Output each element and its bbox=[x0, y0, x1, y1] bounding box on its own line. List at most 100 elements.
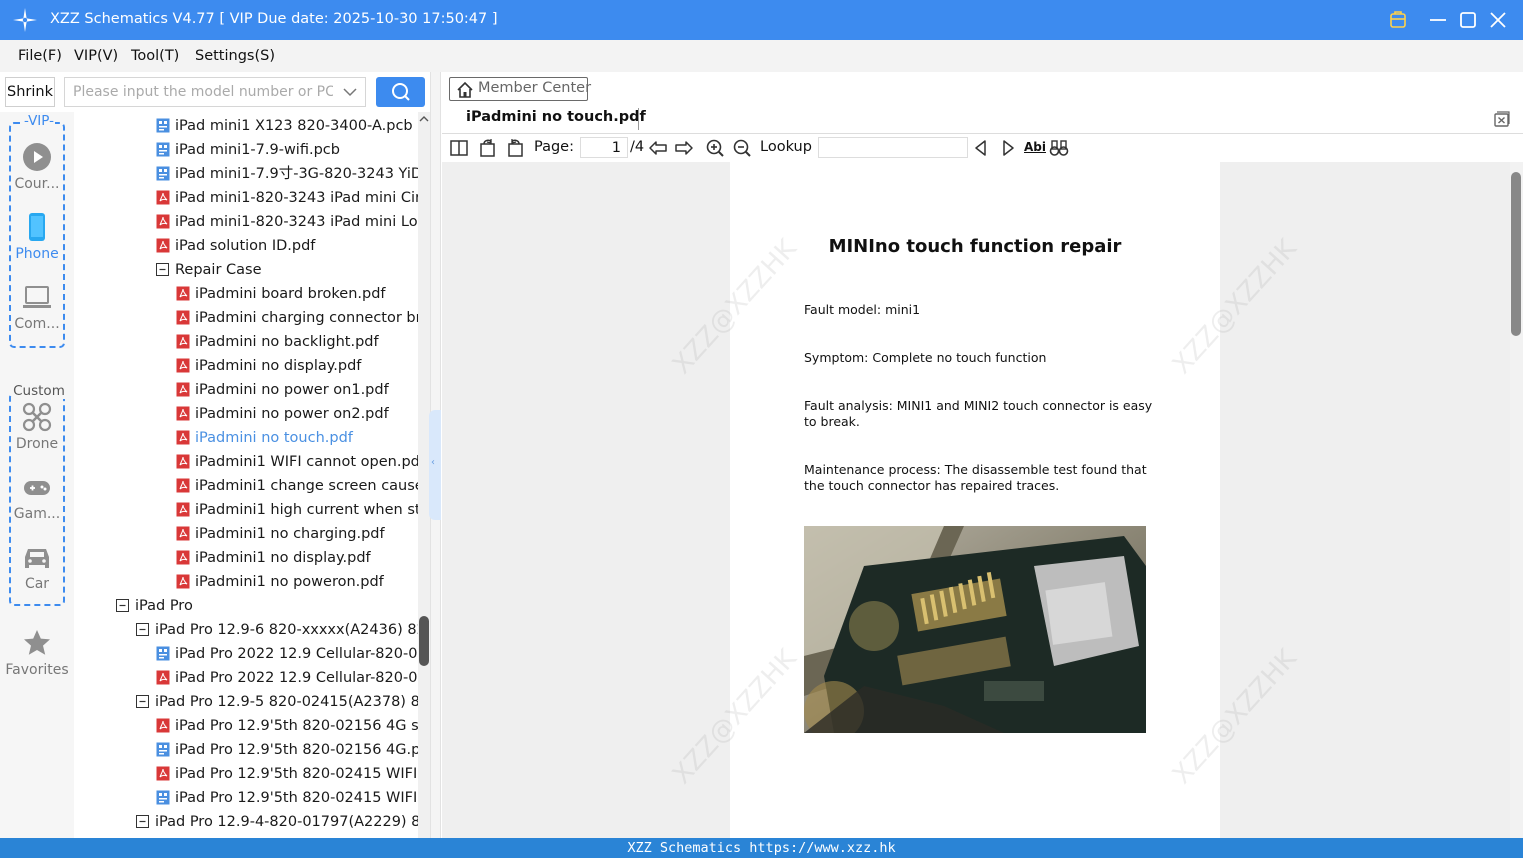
tree-item[interactable]: iPadmini1 no charging.pdf bbox=[176, 522, 385, 546]
tree-item[interactable]: iPad Pro 2022 12.9 Cellular-820-03 bbox=[156, 666, 418, 690]
tree-folder[interactable]: iPad Pro 12.9-6 820-xxxxx(A2436) 820 bbox=[136, 618, 418, 642]
tree-item-label: iPad Pro 2022 12.9 Cellular-820-03 bbox=[175, 670, 418, 686]
collapse-node-icon[interactable] bbox=[136, 814, 150, 829]
two-page-view-icon[interactable] bbox=[449, 138, 469, 158]
search-button[interactable] bbox=[376, 77, 425, 107]
next-page-arrow-icon[interactable] bbox=[674, 138, 694, 158]
category-label: Com... bbox=[14, 316, 60, 332]
tree-item[interactable]: iPadmini board broken.pdf bbox=[176, 282, 386, 306]
chevron-left-icon[interactable]: ‹ bbox=[431, 457, 435, 468]
tree-item[interactable]: iPadmini1 no display.pdf bbox=[176, 546, 371, 570]
category-strip: -VIP- Cour... Phone Com... Custom Drone … bbox=[0, 112, 74, 838]
document-viewport[interactable]: XZZ@XZZHK XZZ@XZZHK XZZ@XZZHK XZZ@XZZHK … bbox=[442, 162, 1510, 838]
find-next-icon[interactable] bbox=[998, 138, 1018, 158]
chevron-down-icon[interactable] bbox=[341, 83, 359, 101]
watermark: XZZ@XZZHK bbox=[666, 643, 803, 791]
minimize-icon[interactable] bbox=[1426, 8, 1450, 32]
collapse-node-icon[interactable] bbox=[136, 694, 150, 709]
category-label: Gam... bbox=[13, 506, 61, 522]
tree-item[interactable]: iPad mini1-7.9-wifi.pcb bbox=[156, 138, 340, 162]
collapse-node-icon[interactable] bbox=[156, 262, 170, 277]
menu-vip[interactable]: VIP(V) bbox=[74, 48, 118, 64]
close-icon[interactable] bbox=[1486, 8, 1510, 32]
category-favorites[interactable]: Favorites bbox=[0, 628, 74, 678]
category-game[interactable]: Gam... bbox=[0, 474, 74, 522]
category-label: Cour... bbox=[14, 176, 60, 192]
tree-item[interactable]: iPad mini1-820-3243 iPad mini Cir bbox=[156, 186, 418, 210]
circuit-board-photo bbox=[804, 526, 1146, 733]
tree-item[interactable]: iPadmini1 no poweron.pdf bbox=[176, 570, 384, 594]
tree-item[interactable]: iPad Pro 2022 12.9 Cellular-820-03 bbox=[156, 642, 418, 666]
tree-item[interactable]: iPadmini1 high current when st bbox=[176, 498, 418, 522]
tree-folder[interactable]: iPad Pro 12.9-4-820-01797(A2229) 82 bbox=[136, 810, 418, 834]
gamepad-icon bbox=[24, 481, 50, 495]
collapse-node-icon[interactable] bbox=[136, 622, 150, 637]
collapse-node-icon[interactable] bbox=[116, 598, 130, 613]
category-label: Car bbox=[24, 576, 50, 592]
tree-item[interactable]: iPadmini no display.pdf bbox=[176, 354, 361, 378]
search-box[interactable] bbox=[64, 77, 366, 107]
tree-item[interactable]: iPad Pro 12.9'5th 820-02156 4G sch bbox=[156, 714, 418, 738]
category-courses[interactable]: Cour... bbox=[0, 142, 74, 192]
tree-item[interactable]: iPadmini1 change screen cause bbox=[176, 474, 418, 498]
pdf-file-icon bbox=[176, 382, 190, 396]
tree-item[interactable]: iPad Pro 12.9'5th 820-02156 4G.pcb bbox=[156, 738, 418, 762]
page-number-input[interactable] bbox=[580, 137, 628, 158]
category-drone[interactable]: Drone bbox=[0, 402, 74, 452]
tree-item[interactable]: iPadmini no power on1.pdf bbox=[176, 378, 389, 402]
category-phone[interactable]: Phone bbox=[0, 212, 74, 262]
rotate-left-icon[interactable] bbox=[478, 138, 498, 158]
tree-item-label: iPadmini1 WIFI cannot open.pdf bbox=[195, 454, 418, 470]
pdf-file-icon bbox=[156, 238, 170, 252]
member-center-button[interactable]: Member Center bbox=[449, 77, 591, 101]
tree-folder[interactable]: iPad Pro bbox=[116, 594, 193, 618]
tree-folder[interactable]: iPad Pro 12.9-5 820-02415(A2378) 820 bbox=[136, 690, 418, 714]
custom-group-label: Custom bbox=[12, 383, 66, 399]
tree-item[interactable]: iPad mini1-7.9寸-3G-820-3243 YiD bbox=[156, 162, 418, 186]
menu-settings[interactable]: Settings(S) bbox=[195, 48, 275, 64]
zoom-in-icon[interactable] bbox=[705, 138, 725, 158]
find-previous-icon[interactable] bbox=[971, 138, 991, 158]
pdf-file-icon bbox=[176, 358, 190, 372]
category-label: Phone bbox=[15, 246, 59, 262]
search-input[interactable] bbox=[73, 84, 333, 100]
window-title: XZZ Schematics V4.77 [ VIP Due date: 202… bbox=[50, 11, 498, 27]
tree-item[interactable]: iPadmini no touch.pdf bbox=[176, 426, 353, 450]
tree-folder[interactable]: Repair Case bbox=[156, 258, 262, 282]
scroll-up-icon[interactable] bbox=[419, 114, 429, 124]
tree-item[interactable]: iPad solution ID.pdf bbox=[156, 234, 315, 258]
menu-file[interactable]: File(F) bbox=[18, 48, 62, 64]
tree-item-label: iPadmini1 no display.pdf bbox=[195, 550, 371, 566]
home-icon bbox=[457, 81, 473, 98]
maximize-icon[interactable] bbox=[1456, 8, 1480, 32]
category-car[interactable]: Car bbox=[0, 544, 74, 592]
tree-item-label: iPadmini no power on2.pdf bbox=[195, 406, 389, 422]
close-tab-icon[interactable] bbox=[1493, 110, 1511, 128]
tree-item[interactable]: iPad Pro 12.9'5th 820-02415 WIFI s bbox=[156, 762, 418, 786]
tab-document[interactable]: iPadmini no touch.pdf bbox=[466, 109, 646, 125]
tree-item[interactable]: iPad Pro 12.9'5th 820-02415 WIFI.p bbox=[156, 786, 418, 810]
lookup-input[interactable] bbox=[818, 137, 968, 158]
tree-item[interactable]: iPad mini1 X123 820-3400-A.pcb bbox=[156, 114, 413, 138]
document-paragraph: Fault model: mini1 bbox=[804, 302, 921, 317]
zoom-out-icon[interactable] bbox=[732, 138, 752, 158]
pdf-file-icon bbox=[176, 454, 190, 468]
tree-item[interactable]: iPad mini1-820-3243 iPad mini Loc bbox=[156, 210, 418, 234]
laptop-icon bbox=[23, 286, 51, 308]
tree-item-label: iPadmini no display.pdf bbox=[195, 358, 362, 374]
vip-badge-icon[interactable] bbox=[1386, 8, 1410, 32]
tree-item[interactable]: iPadmini no backlight.pdf bbox=[176, 330, 379, 354]
menu-tool[interactable]: Tool(T) bbox=[131, 48, 179, 64]
match-case-icon[interactable]: Abi bbox=[1024, 140, 1046, 154]
tree-scrollbar-thumb[interactable] bbox=[419, 616, 429, 666]
tree-item[interactable]: iPadmini1 WIFI cannot open.pdf bbox=[176, 450, 418, 474]
shrink-button[interactable]: Shrink bbox=[5, 77, 55, 107]
tree-item[interactable]: iPadmini charging connector br bbox=[176, 306, 418, 330]
binoculars-icon[interactable] bbox=[1049, 138, 1069, 158]
document-scrollbar-thumb[interactable] bbox=[1511, 172, 1521, 336]
rotate-right-icon[interactable] bbox=[505, 138, 525, 158]
tree-item[interactable]: iPadmini no power on2.pdf bbox=[176, 402, 389, 426]
category-computer[interactable]: Com... bbox=[0, 282, 74, 332]
previous-page-arrow-icon[interactable] bbox=[648, 138, 668, 158]
pdf-file-icon bbox=[156, 718, 170, 732]
